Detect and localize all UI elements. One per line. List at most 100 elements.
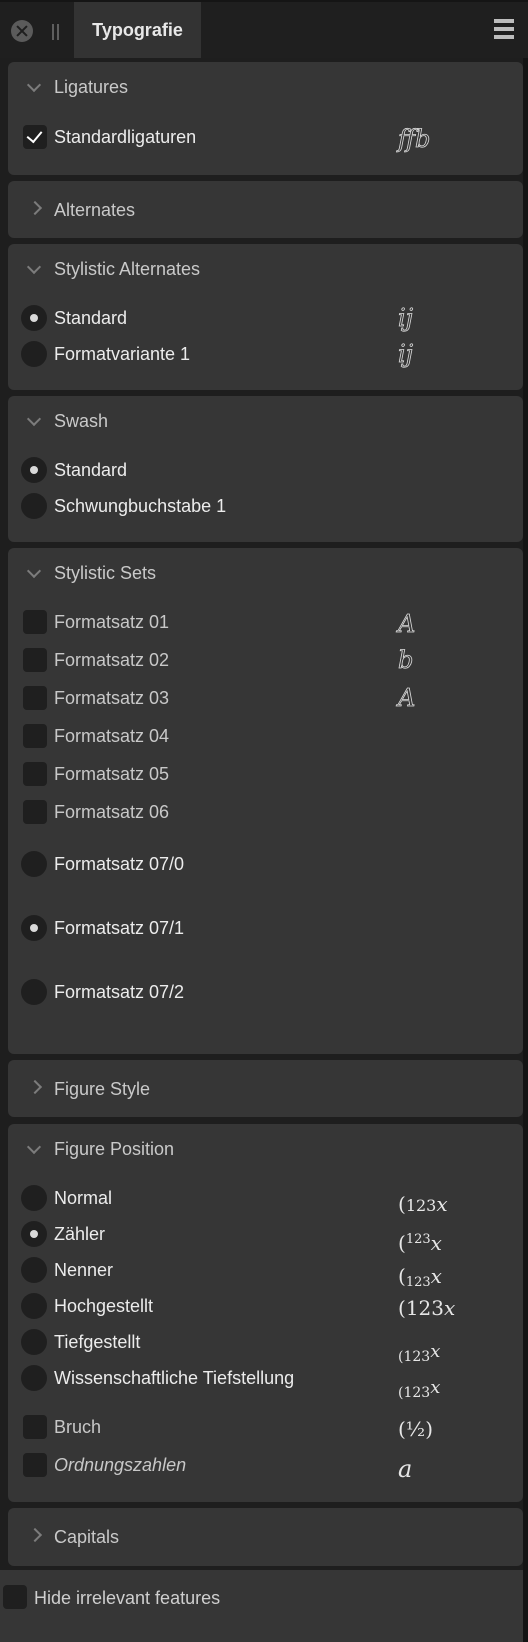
option-label: Formatsatz 06 — [54, 802, 170, 822]
radio-unselected[interactable] — [21, 1329, 47, 1355]
checkbox-unchecked[interactable] — [23, 762, 47, 786]
chevron-down-icon — [26, 566, 42, 582]
option-normal[interactable]: Normal (123x — [8, 1183, 523, 1217]
radio-unselected[interactable] — [21, 1365, 47, 1391]
option-formatsatz-01[interactable]: Formatsatz 01 A — [8, 607, 523, 641]
option-tiefgestellt[interactable]: Tiefgestellt (123x — [8, 1327, 523, 1365]
option-label: Standardligaturen — [54, 127, 197, 147]
section-header-capitals[interactable]: Capitals — [8, 1508, 523, 1558]
section-swash: Swash Standard Schwungbuchstabe 1 — [8, 396, 523, 542]
chevron-right-icon — [30, 200, 46, 216]
option-standardligaturen[interactable]: Standardligaturen ffb — [8, 122, 523, 156]
section-header-figure-style[interactable]: Figure Style — [8, 1060, 523, 1110]
option-formatsatz-07-2[interactable]: Formatsatz 07/2 — [8, 977, 523, 1011]
section-header-swash[interactable]: Swash — [8, 396, 523, 446]
panel-footer: Hide irrelevant features — [0, 1570, 523, 1642]
option-formatsatz-02[interactable]: Formatsatz 02 b — [8, 645, 523, 679]
preview-glyph: ij — [398, 340, 414, 368]
option-ordnungszahlen[interactable]: Ordnungszahlen a — [8, 1450, 523, 1484]
option-formatsatz-05[interactable]: Formatsatz 05 — [8, 759, 523, 793]
option-label: Formatsatz 04 — [54, 726, 170, 746]
section-header-figure-position[interactable]: Figure Position — [8, 1124, 523, 1174]
option-formatsatz-06[interactable]: Formatsatz 06 — [8, 797, 523, 831]
chevron-right-icon — [30, 1079, 46, 1095]
option-label: Hide irrelevant features — [34, 1588, 221, 1608]
preview-glyph: b — [398, 646, 414, 674]
option-label: Formatsatz 07/2 — [54, 982, 185, 1002]
option-bruch[interactable]: Bruch (½) — [8, 1412, 523, 1446]
section-stylistic-alternates: Stylistic Alternates Standard ij Formatv… — [8, 244, 523, 390]
option-label: Formatsatz 02 — [54, 650, 170, 670]
preview-glyph: (123x — [398, 1192, 448, 1216]
option-standard[interactable]: Standard — [8, 455, 523, 489]
radio-unselected[interactable] — [21, 979, 47, 1005]
preview-glyph: (123x — [398, 1377, 441, 1401]
option-label: Zähler — [54, 1224, 106, 1244]
drag-grip-icon[interactable] — [51, 24, 59, 40]
option-formatsatz-04[interactable]: Formatsatz 04 — [8, 721, 523, 755]
radio-unselected[interactable] — [21, 1293, 47, 1319]
option-wissenschaftliche-tiefstellung[interactable]: Wissenschaftliche Tiefstellung (123x — [8, 1363, 523, 1401]
option-formatvariante-1[interactable]: Formatvariante 1 ij — [8, 339, 523, 373]
checkbox-unchecked[interactable] — [23, 610, 47, 634]
option-label: Bruch — [54, 1417, 102, 1437]
checkbox-unchecked[interactable] — [23, 686, 47, 710]
option-standard[interactable]: Standard ij — [8, 303, 523, 337]
option-label: Formatsatz 07/1 — [54, 918, 185, 938]
checkbox-unchecked[interactable] — [23, 800, 47, 824]
radio-unselected[interactable] — [21, 1185, 47, 1211]
section-figure-position: Figure Position Normal (123x Zähler (123… — [8, 1124, 523, 1502]
preview-glyph: a — [398, 1455, 413, 1483]
option-formatsatz-07-0[interactable]: Formatsatz 07/0 — [8, 849, 523, 883]
section-header-alternates[interactable]: Alternates — [8, 181, 523, 231]
panel-titlebar: Typografie — [0, 0, 528, 58]
radio-unselected[interactable] — [21, 1257, 47, 1283]
section-capitals: Capitals — [8, 1508, 523, 1566]
option-label: Schwungbuchstabe 1 — [54, 496, 227, 516]
radio-unselected[interactable] — [21, 851, 47, 877]
section-header-stylistic-sets[interactable]: Stylistic Sets — [8, 548, 523, 598]
option-label: Formatsatz 07/0 — [54, 854, 185, 874]
radio-unselected[interactable] — [21, 493, 47, 519]
checkbox-unchecked[interactable] — [23, 648, 47, 672]
option-label: Ordnungszahlen — [54, 1455, 187, 1475]
checkbox-unchecked[interactable] — [23, 1415, 47, 1439]
checkbox-unchecked[interactable] — [23, 1453, 47, 1477]
preview-glyph: ffb — [398, 125, 431, 153]
option-label: Wissenschaftliche Tiefstellung — [54, 1368, 295, 1388]
option-label: Formatvariante 1 — [54, 344, 191, 364]
chevron-down-icon — [26, 414, 42, 430]
radio-selected[interactable] — [21, 305, 47, 331]
checkbox-checked[interactable] — [23, 125, 47, 149]
option-formatsatz-03[interactable]: Formatsatz 03 A — [8, 683, 523, 717]
option-hide-irrelevant-features[interactable]: Hide irrelevant features — [0, 1570, 523, 1642]
section-title: Swash — [54, 411, 109, 431]
radio-unselected[interactable] — [21, 341, 47, 367]
radio-selected[interactable] — [21, 457, 47, 483]
chevron-down-icon — [26, 262, 42, 278]
preview-glyph: A — [398, 684, 416, 712]
section-header-stylistic-alternates[interactable]: Stylistic Alternates — [8, 244, 523, 294]
radio-selected[interactable] — [21, 1221, 47, 1247]
chevron-down-icon — [26, 80, 42, 96]
radio-selected[interactable] — [21, 915, 47, 941]
option-schwungbuchstabe-1[interactable]: Schwungbuchstabe 1 — [8, 491, 523, 525]
close-circle-icon[interactable] — [11, 20, 33, 42]
tab-typografie[interactable]: Typografie — [74, 2, 201, 58]
section-title: Stylistic Sets — [54, 563, 157, 583]
section-title: Figure Position — [54, 1139, 175, 1159]
option-zaehler[interactable]: Zähler (123x — [8, 1219, 523, 1255]
option-label: Normal — [54, 1188, 113, 1208]
checkbox-unchecked[interactable] — [3, 1585, 27, 1609]
option-label: Formatsatz 05 — [54, 764, 170, 784]
preview-glyph: ij — [398, 304, 414, 332]
checkbox-unchecked[interactable] — [23, 724, 47, 748]
option-hochgestellt[interactable]: Hochgestellt (123x — [8, 1291, 523, 1325]
panel-right-edge — [523, 58, 528, 1642]
section-header-ligatures[interactable]: Ligatures — [8, 62, 523, 112]
option-formatsatz-07-1[interactable]: Formatsatz 07/1 — [8, 913, 523, 947]
hamburger-menu-icon[interactable] — [494, 19, 514, 41]
option-nenner[interactable]: Nenner (123x — [8, 1255, 523, 1290]
option-label: Formatsatz 01 — [54, 612, 170, 632]
section-alternates: Alternates — [8, 181, 523, 238]
